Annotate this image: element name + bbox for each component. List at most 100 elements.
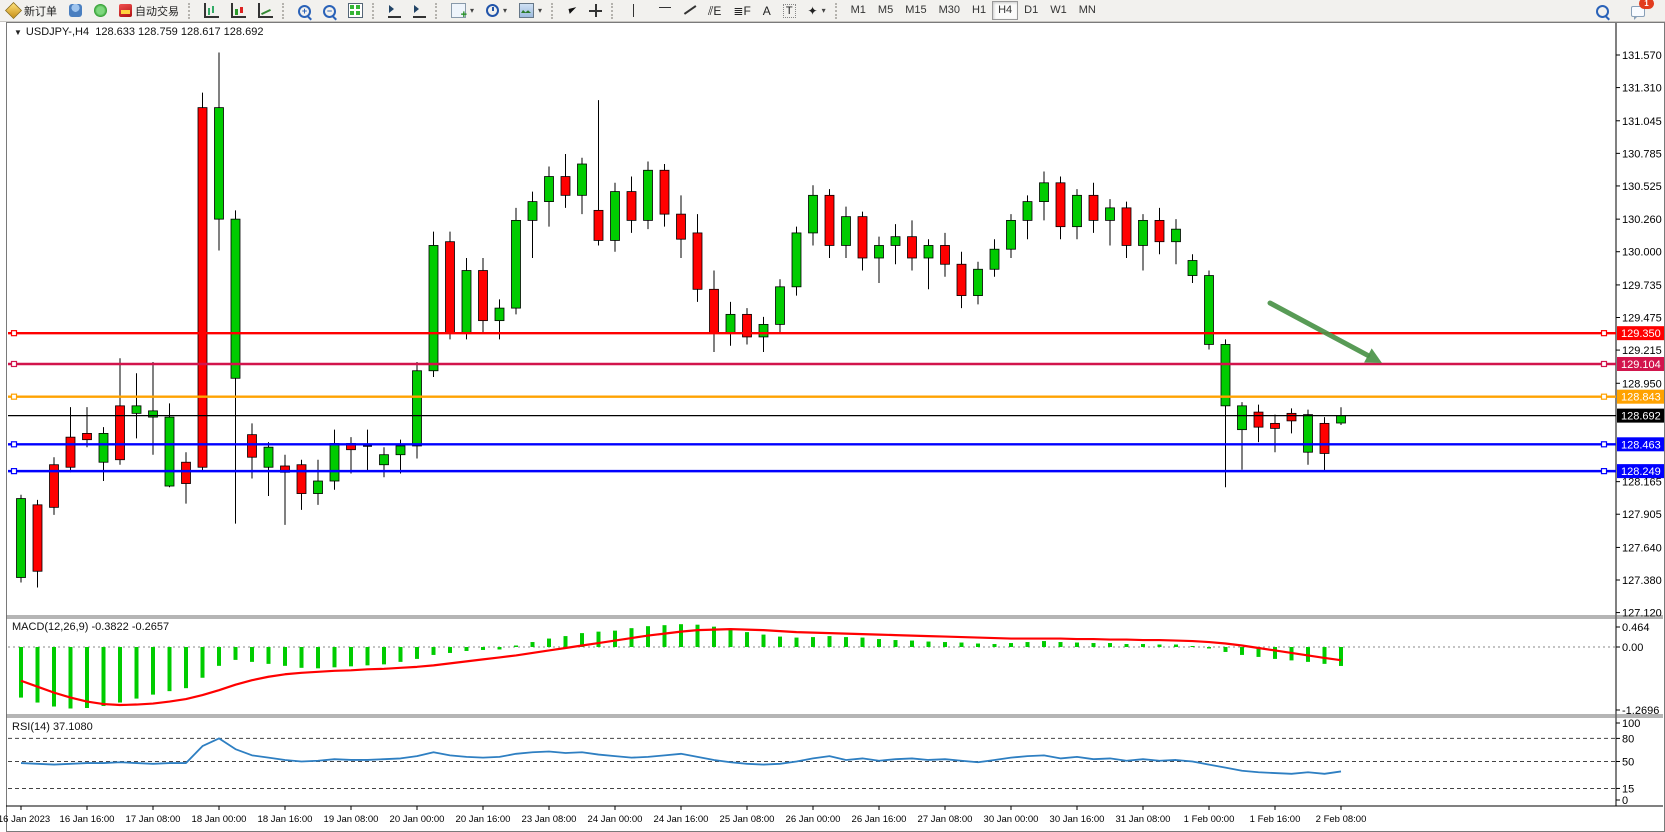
bull-candle (1172, 229, 1181, 242)
macd-histogram-bar (234, 647, 238, 660)
bull-candle (132, 406, 141, 414)
price-tick-label: 127.380 (1622, 575, 1662, 587)
price-tick-label: 129.475 (1622, 313, 1662, 325)
line-handle[interactable] (1602, 442, 1607, 447)
line-handle[interactable] (12, 361, 17, 366)
macd-histogram-bar (1092, 643, 1096, 647)
macd-histogram-bar (333, 647, 337, 667)
macd-histogram-bar (910, 641, 914, 647)
price-tick-label: 129.215 (1622, 345, 1662, 357)
mt4-terminal-window: { "toolbar": { "new_order_label": "新订单",… (0, 0, 1665, 832)
bull-candle (924, 245, 933, 258)
bull-candle (413, 371, 422, 446)
macd-histogram-bar (1125, 644, 1129, 647)
price-tick-label: 130.260 (1622, 214, 1662, 226)
bear-candle (446, 242, 455, 333)
chevron-down-icon[interactable]: ▼ (14, 28, 22, 37)
bull-candle (330, 443, 339, 481)
macd-histogram-bar (36, 647, 40, 703)
price-tick-label: 130.785 (1622, 148, 1662, 160)
line-handle[interactable] (1602, 361, 1607, 366)
bear-candle (594, 210, 603, 240)
macd-histogram-bar (118, 647, 122, 703)
price-badge-label: 128.249 (1621, 466, 1661, 478)
macd-histogram-bar (564, 636, 568, 647)
price-tick-label: 131.570 (1622, 50, 1662, 62)
macd-histogram-bar (729, 630, 733, 647)
time-tick-label: 2 Feb 08:00 (1316, 814, 1367, 825)
time-tick-label: 31 Jan 08:00 (1116, 814, 1171, 825)
line-handle[interactable] (1602, 394, 1607, 399)
bear-candle (248, 435, 257, 458)
macd-axis-label: -1.2696 (1622, 705, 1659, 717)
line-handle[interactable] (12, 442, 17, 447)
bull-candle (99, 433, 108, 462)
bull-candle (495, 308, 504, 321)
bull-candle (792, 233, 801, 287)
macd-histogram-bar (201, 647, 205, 678)
macd-histogram-bar (811, 637, 815, 647)
macd-histogram-bar (1059, 642, 1063, 647)
time-tick-label: 17 Jan 08:00 (126, 814, 181, 825)
macd-histogram-bar (762, 635, 766, 647)
line-handle[interactable] (12, 469, 17, 474)
macd-histogram-bar (448, 647, 452, 653)
time-tick-label: 1 Feb 16:00 (1250, 814, 1301, 825)
annotation-arrow-line[interactable] (1270, 303, 1368, 355)
macd-histogram-bar (531, 642, 535, 647)
bear-candle (1320, 423, 1329, 453)
price-tick-label: 130.525 (1622, 181, 1662, 193)
bear-candle (1254, 412, 1263, 427)
macd-indicator-label: MACD(12,26,9) -0.3822 -0.2657 (12, 621, 169, 633)
time-tick-label: 18 Jan 00:00 (192, 814, 247, 825)
macd-histogram-bar (481, 647, 485, 650)
macd-axis-label: 0.464 (1622, 622, 1650, 634)
price-badge-label: 128.843 (1621, 392, 1661, 404)
price-tick-label: 128.165 (1622, 477, 1662, 489)
macd-histogram-bar (19, 647, 23, 698)
bull-candle (1139, 220, 1148, 245)
macd-histogram-bar (1026, 642, 1030, 647)
macd-histogram-bar (877, 639, 881, 647)
line-handle[interactable] (12, 331, 17, 336)
macd-histogram-bar (366, 647, 370, 665)
bull-candle (215, 108, 224, 220)
line-handle[interactable] (1602, 331, 1607, 336)
macd-histogram-bar (778, 637, 782, 647)
macd-histogram-bar (415, 647, 419, 659)
bear-candle (858, 217, 867, 258)
macd-histogram-bar (250, 647, 254, 662)
bull-candle (759, 324, 768, 337)
macd-histogram-bar (102, 647, 106, 706)
line-handle[interactable] (12, 394, 17, 399)
macd-histogram-bar (1141, 644, 1145, 647)
rsi-axis-label: 0 (1622, 795, 1628, 807)
chart-title: ▼USDJPY-,H4 128.633 128.759 128.617 128.… (14, 26, 263, 38)
bear-candle (941, 245, 950, 264)
bear-candle (33, 505, 42, 571)
macd-histogram-bar (828, 636, 832, 647)
line-handle[interactable] (1602, 469, 1607, 474)
bull-candle (644, 170, 653, 220)
bull-candle (974, 269, 983, 295)
bull-candle (1337, 416, 1346, 423)
macd-histogram-bar (1075, 643, 1079, 647)
bull-candle (1188, 260, 1197, 275)
bear-candle (479, 271, 488, 321)
bear-candle (677, 214, 686, 239)
bull-candle (726, 314, 735, 333)
macd-histogram-bar (1108, 643, 1112, 647)
macd-histogram-bar (960, 643, 964, 647)
macd-histogram-bar (283, 647, 287, 666)
bear-candle (1287, 413, 1296, 421)
macd-histogram-bar (1240, 647, 1244, 655)
bull-candle (842, 217, 851, 246)
ohlc-values: 128.633 128.759 128.617 128.692 (95, 26, 263, 38)
bear-candle (561, 177, 570, 196)
time-tick-label: 24 Jan 00:00 (588, 814, 643, 825)
macd-histogram-bar (52, 647, 56, 707)
macd-histogram-bar (894, 640, 898, 647)
macd-histogram-bar (1323, 647, 1327, 664)
macd-histogram-bar (1158, 645, 1162, 647)
bull-candle (462, 271, 471, 334)
